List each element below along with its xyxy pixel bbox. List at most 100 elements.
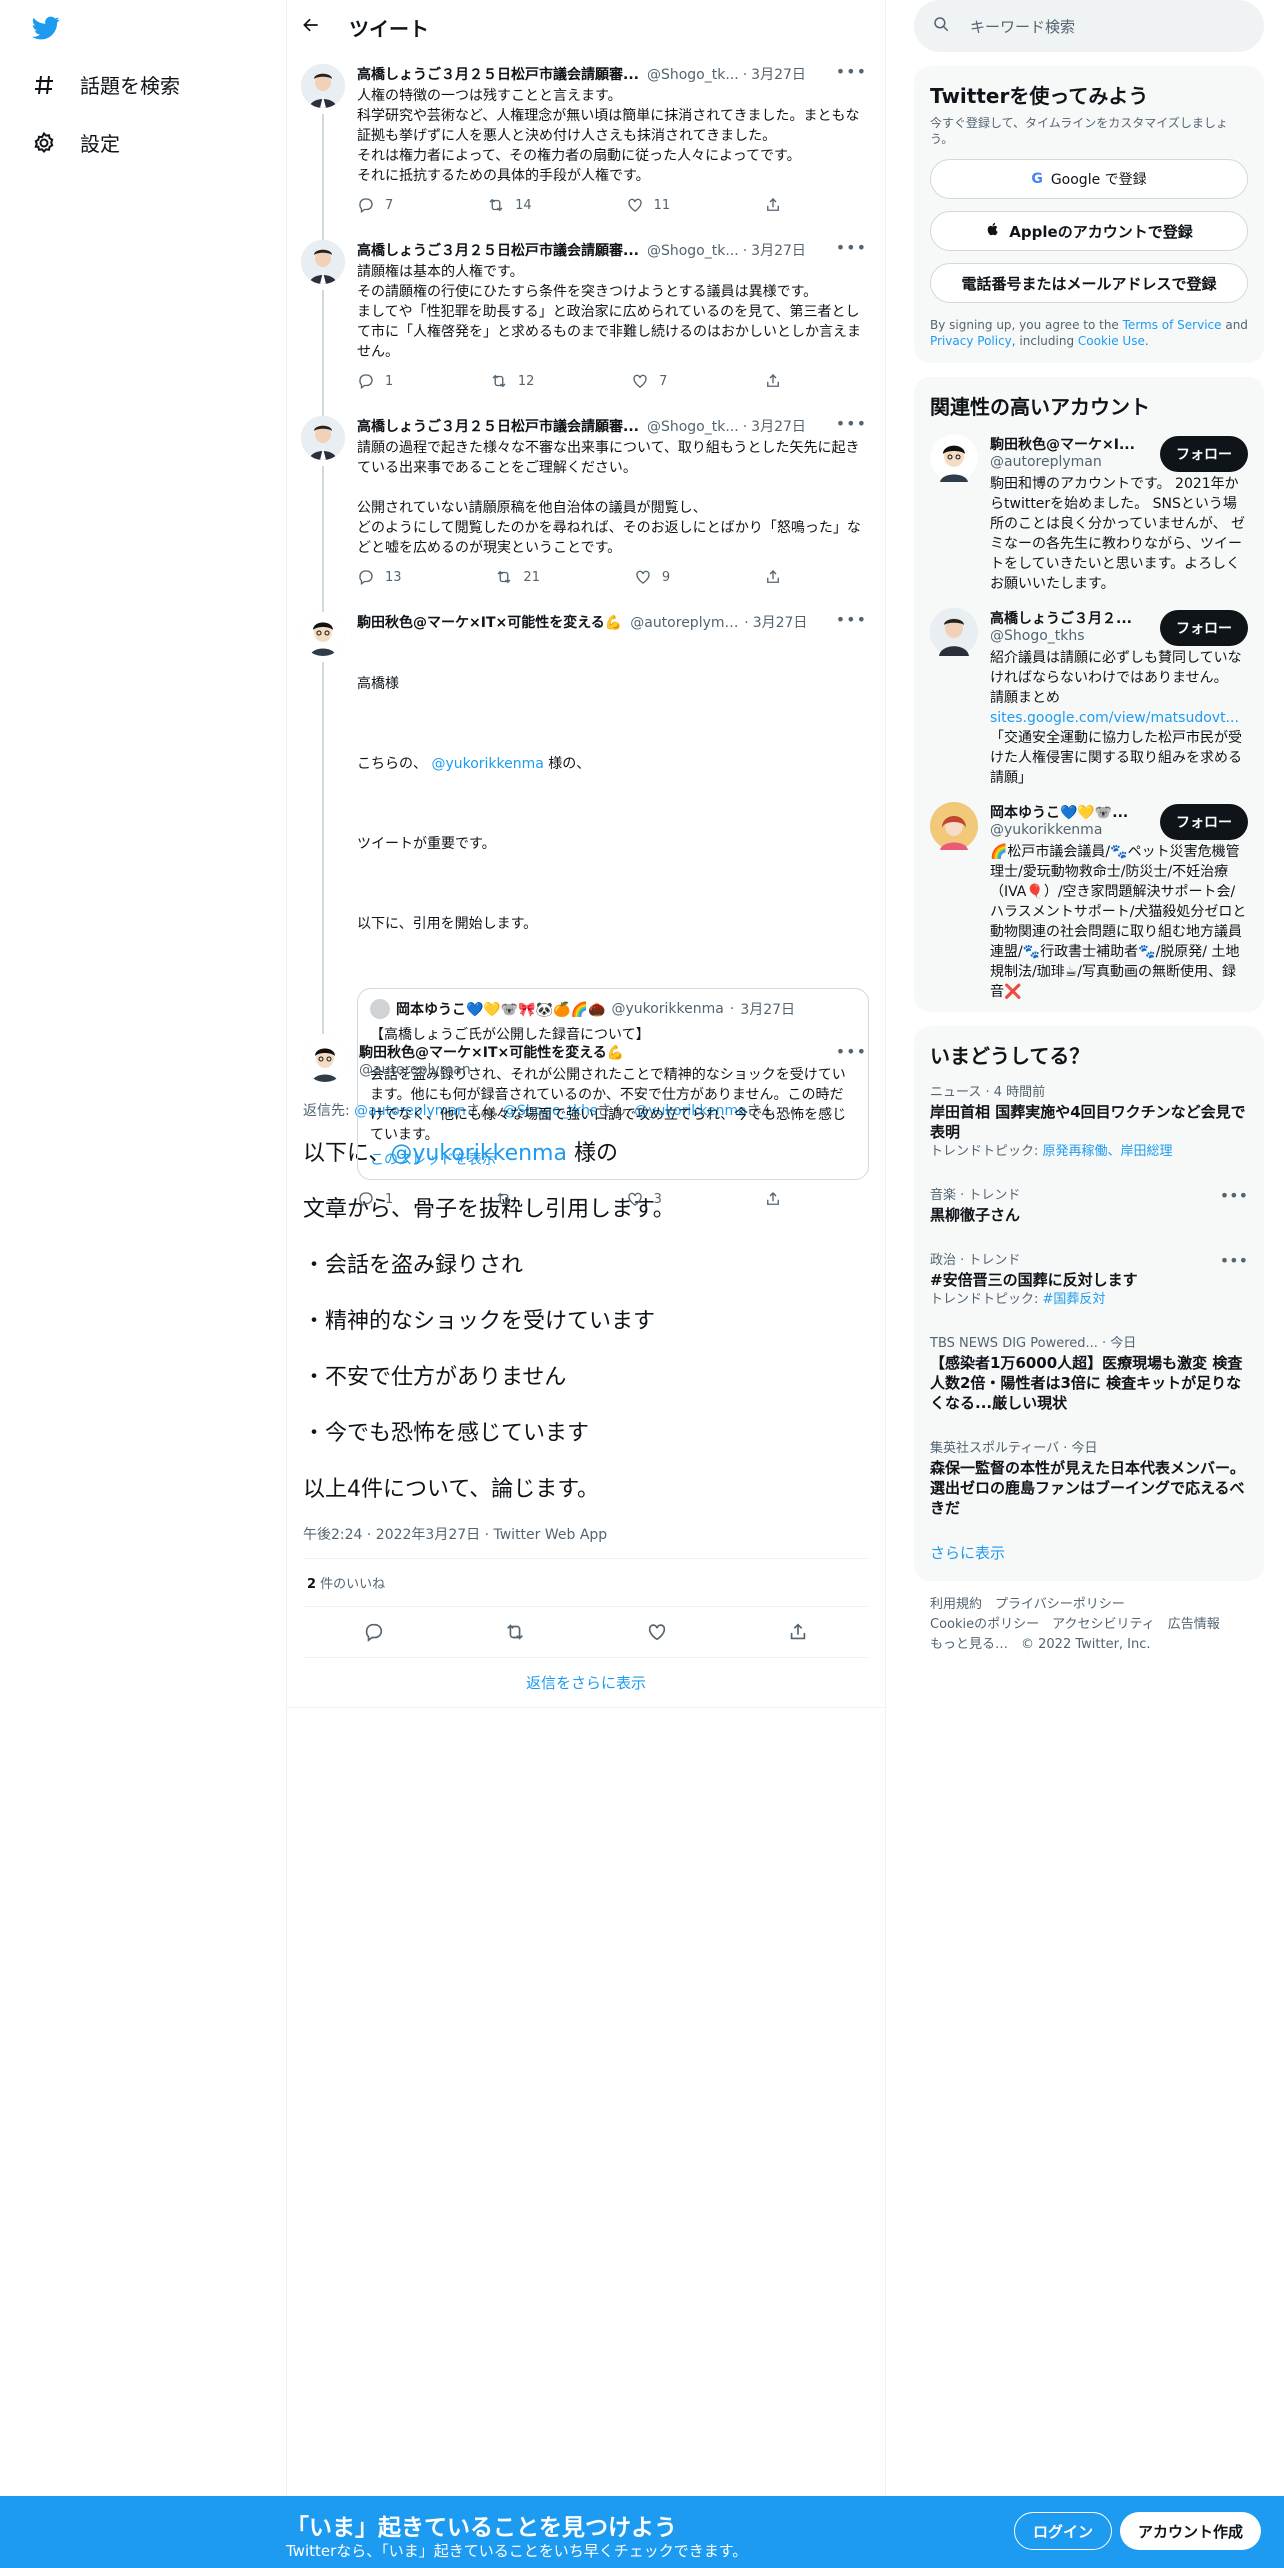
show-thread-link[interactable]: このスレッドを表示 [370,1149,856,1169]
show-more-trends[interactable]: さらに表示 [930,1530,1248,1575]
author-handle[interactable]: @autoreplyman [359,1062,624,1078]
terms-link[interactable]: Terms of Service [1123,318,1222,332]
more-icon[interactable]: ••• [1220,1186,1248,1205]
trend-item[interactable]: 音楽 · トレンド 黒柳徹子さん ••• [930,1172,1248,1237]
privacy-link[interactable]: Privacy Policy [930,334,1012,348]
quoted-author-handle: @yukorikkenma [611,1001,724,1017]
avatar[interactable] [301,64,345,108]
hash-icon [30,71,58,99]
retweet-icon[interactable] [504,1621,526,1643]
trend-item[interactable]: 政治 · トレンド #安倍晋三の国葬に反対します トレンドトピック: #国葬反対… [930,1237,1248,1320]
like-button[interactable]: 3 [626,1190,662,1208]
trend-item[interactable]: TBS NEWS DIG Powered... · 今日 【感染者1万6000人… [930,1320,1248,1425]
apple-signup-button[interactable]: Appleのアカウントで登録 [930,211,1248,251]
search-input[interactable]: キーワード検索 [914,0,1264,52]
heart-icon[interactable] [646,1621,668,1643]
bottom-title: 「いま」起きていることを見つけよう [286,2515,677,2541]
share-icon[interactable] [787,1621,809,1643]
google-signup-button[interactable]: G Google で登録 [930,159,1248,199]
author-handle[interactable]: @Shogo_tk... [647,243,739,259]
quote-tweet-item[interactable]: 駒田秋色@マーケ×IT×可能性を変える💪 @autoreplyman · 3月2… [287,602,885,1208]
tweet-text: 請願権は基本的人権です。 その請願権の行使にひたすら条件を突きつけようとする議員… [357,264,861,360]
mention-link[interactable]: @yukorikkenma [431,756,543,772]
tweet-timestamp[interactable]: 午後2:24 · 2022年3月27日 · Twitter Web App [303,1524,869,1559]
like-button[interactable]: 9 [634,568,670,586]
thread-tweet[interactable]: 高橋しょうご３月２５日松戸市議会請願審... @Shogo_tk... · 3月… [287,230,885,416]
author-handle[interactable]: @Shogo_tk... [647,419,739,435]
share-icon [767,198,779,211]
more-icon[interactable]: ••• [836,414,867,433]
author-handle[interactable]: @autoreplyman [630,615,740,631]
author-handle[interactable]: @Shogo_tk... [647,67,739,83]
retweet-button[interactable]: 21 [495,568,540,586]
tweet-time[interactable]: 3月27日 [753,612,808,632]
account-row[interactable]: 駒田秋色@マーケ×I... @autoreplyman 駒田和博のアカウントです… [930,434,1248,594]
share-button[interactable] [764,196,782,214]
footer-line[interactable]: もっと見る… © 2022 Twitter, Inc. [930,1635,1248,1655]
trend-item[interactable]: 集英社スポルティーバ · 今日 森保一監督の本性が見えた日本代表メンバー。選出ゼ… [930,1425,1248,1530]
account-name: 岡本ゆうこ💙💛🐨... [990,805,1129,821]
more-icon[interactable]: ••• [836,238,867,257]
nav-explore[interactable]: 話題を検索 [30,70,180,99]
nav-settings[interactable]: 設定 [30,128,120,157]
cookie-link[interactable]: Cookie Use [1078,334,1145,348]
twitter-bird-icon[interactable] [30,14,66,44]
more-icon[interactable]: ••• [1220,1251,1248,1270]
like-count[interactable]: 2 件のいいね [303,1559,869,1607]
author-name[interactable]: 高橋しょうご３月２５日松戸市議会請願審... [357,240,639,260]
retweet-button[interactable]: 14 [487,196,532,214]
like-button[interactable]: 7 [631,372,667,390]
thread-tweet[interactable]: 高橋しょうご３月２５日松戸市議会請願審... @Shogo_tk... · 3月… [287,406,885,612]
thread-tweet[interactable]: 高橋しょうご３月２５日松戸市議会請願審... @Shogo_tk... · 3月… [287,54,885,240]
login-button[interactable]: ログイン [1014,2512,1113,2550]
reply-button[interactable]: 1 [357,1190,393,1208]
avatar[interactable] [303,1038,347,1082]
more-icon[interactable]: ••• [836,610,867,629]
reply-icon[interactable] [363,1621,385,1643]
signup-button[interactable]: アカウント作成 [1120,2512,1262,2550]
account-row[interactable]: 岡本ゆうこ💙💛🐨... @yukorikkenma 🌈松戸市議会議員/🐾ペット災… [930,802,1248,1002]
avatar[interactable] [301,416,345,460]
retweet-button[interactable]: 12 [490,372,534,390]
account-row[interactable]: 高橋しょうご３月２... @Shogo_tkhs 紹介議員は請願に必ずしも賛同し… [930,608,1248,788]
share-icon [767,570,779,583]
tweet-time[interactable]: 3月27日 [751,64,806,84]
show-more-replies[interactable]: 返信をさらに表示 [287,1658,885,1708]
back-arrow-icon[interactable] [301,15,321,39]
author-name[interactable]: 駒田秋色@マーケ×IT×可能性を変える💪 [359,1042,624,1062]
retweet-button[interactable] [495,1190,523,1208]
bio-link[interactable]: sites.google.com/view/matsudovt... [990,710,1239,726]
author-name[interactable]: 高橋しょうご３月２５日松戸市議会請願審... [357,416,639,436]
avatar[interactable] [301,612,345,656]
avatar[interactable] [930,608,978,656]
more-icon[interactable]: ••• [836,1042,867,1061]
reply-icon [359,570,373,586]
reply-button[interactable]: 13 [357,568,402,586]
like-button[interactable]: 11 [626,196,670,214]
reply-button[interactable]: 7 [357,196,393,214]
phone-email-signup-button[interactable]: 電話番号またはメールアドレスで登録 [930,263,1248,303]
search-icon [932,15,950,37]
footer-line[interactable]: Cookieのポリシー アクセシビリティ 広告情報 [930,1615,1248,1635]
more-icon[interactable]: ••• [836,62,867,81]
avatar[interactable] [301,240,345,284]
share-button[interactable] [764,1190,782,1208]
footer-line[interactable]: 利用規約 プライバシーポリシー [930,1595,1248,1615]
author-name[interactable]: 駒田秋色@マーケ×IT×可能性を変える💪 [357,612,622,632]
follow-button[interactable]: フォロー [1160,610,1248,646]
reply-button[interactable]: 1 [357,372,393,390]
share-button[interactable] [764,372,782,390]
author-name[interactable]: 高橋しょうご３月２５日松戸市議会請願審... [357,64,639,84]
tweet-time[interactable]: 3月27日 [751,240,806,260]
share-icon [767,1192,779,1205]
follow-button[interactable]: フォロー [1160,436,1248,472]
share-button[interactable] [764,568,782,586]
avatar[interactable] [930,434,978,482]
quoted-tweet-card[interactable]: 岡本ゆうこ💙💛🐨🎀🐼🍊🌈🌰 @yukorikkenma · 3月27日 【高橋し… [357,988,869,1180]
related-title: 関連性の高いアカウント [930,395,1150,419]
tweet-actions: 1 3 [357,1190,782,1208]
follow-button[interactable]: フォロー [1160,804,1248,840]
avatar[interactable] [930,802,978,850]
trend-item[interactable]: ニュース · 4 時間前 岸田首相 国葬実施や4回目ワクチンなど会見で表明 トレ… [930,1069,1248,1172]
tweet-time[interactable]: 3月27日 [751,416,806,436]
